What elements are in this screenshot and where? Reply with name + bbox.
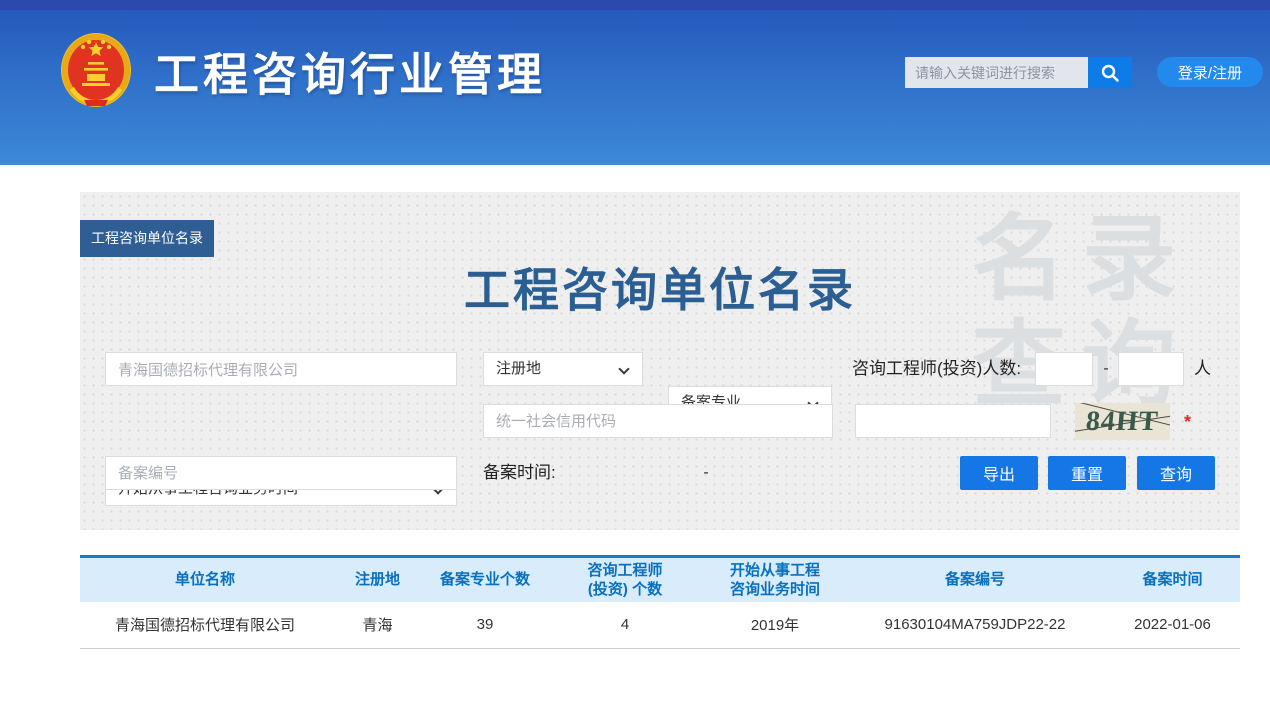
table-cell: 青海国德招标代理有限公司	[80, 602, 330, 649]
page-title: 工程咨询单位名录	[80, 254, 1240, 320]
engineer-count-min-input[interactable]	[1035, 352, 1093, 386]
search-icon	[1100, 63, 1120, 83]
column-header: 开始从事工程 咨询业务时间	[705, 557, 845, 602]
export-button[interactable]: 导出	[960, 456, 1038, 490]
engineer-count-unit: 人	[1194, 352, 1211, 386]
top-strip	[0, 0, 1270, 10]
table-cell: 91630104MA759JDP22-22	[845, 602, 1105, 649]
results-table-head: 单位名称注册地备案专业个数咨询工程师 (投资) 个数开始从事工程 咨询业务时间备…	[80, 557, 1240, 602]
results-table-body: 青海国德招标代理有限公司青海3942019年91630104MA759JDP22…	[80, 602, 1240, 649]
record-no-input[interactable]	[105, 456, 457, 490]
reset-button[interactable]: 重置	[1048, 456, 1126, 490]
table-cell: 39	[425, 602, 545, 649]
login-register-button[interactable]: 登录/注册	[1157, 57, 1263, 87]
credit-code-input[interactable]	[483, 404, 833, 438]
table-header-row: 单位名称注册地备案专业个数咨询工程师 (投资) 个数开始从事工程 咨询业务时间备…	[80, 557, 1240, 602]
table-cell: 2022-01-06	[1105, 602, 1240, 649]
engineer-count-label: 咨询工程师(投资)人数:	[852, 352, 1021, 386]
engineer-count-max-input[interactable]	[1118, 352, 1184, 386]
reg-location-select[interactable]: 注册地	[483, 352, 643, 386]
column-header: 备案时间	[1105, 557, 1240, 602]
record-time-label: 备案时间:	[483, 456, 556, 490]
tab-directory[interactable]: 工程咨询单位名录	[80, 220, 214, 257]
date-range-separator: -	[700, 456, 712, 490]
results-table-section: 单位名称注册地备案专业个数咨询工程师 (投资) 个数开始从事工程 咨询业务时间备…	[80, 555, 1240, 649]
site-title: 工程咨询行业管理	[154, 38, 546, 103]
query-button[interactable]: 查询	[1137, 456, 1215, 490]
table-cell: 2019年	[705, 602, 845, 649]
column-header: 单位名称	[80, 557, 330, 602]
table-cell: 4	[545, 602, 705, 649]
column-header: 咨询工程师 (投资) 个数	[545, 557, 705, 602]
captcha-input[interactable]	[855, 404, 1051, 438]
site-header: 工程咨询行业管理 登录/注册	[0, 0, 1270, 165]
column-header: 备案专业个数	[425, 557, 545, 602]
chevron-down-icon	[618, 363, 629, 374]
captcha-image[interactable]: 84HT	[1075, 403, 1170, 440]
brand: 工程咨询行业管理	[60, 32, 546, 108]
column-header: 注册地	[330, 557, 425, 602]
directory-panel: 名录 查询 工程咨询单位名录 工程咨询单位名录 注册地 备案专业 咨询工程师(投…	[80, 192, 1240, 530]
captcha-text: 84HT	[1085, 406, 1160, 438]
reg-location-select-label: 注册地	[496, 360, 541, 377]
column-header: 备案编号	[845, 557, 1105, 602]
national-emblem-icon	[60, 32, 132, 108]
engineer-count-separator: -	[1100, 352, 1112, 386]
header-search	[905, 57, 1132, 88]
page: 工程咨询行业管理 登录/注册 名录 查询 工程咨询单位名录 工程咨询单位名录 注…	[0, 0, 1270, 725]
company-name-input[interactable]	[105, 352, 457, 386]
header-search-button[interactable]	[1088, 57, 1132, 88]
table-row: 青海国德招标代理有限公司青海3942019年91630104MA759JDP22…	[80, 602, 1240, 649]
results-table: 单位名称注册地备案专业个数咨询工程师 (投资) 个数开始从事工程 咨询业务时间备…	[80, 555, 1240, 649]
table-cell: 青海	[330, 602, 425, 649]
captcha-required-mark: *	[1184, 404, 1191, 438]
header-search-input[interactable]	[905, 57, 1088, 88]
